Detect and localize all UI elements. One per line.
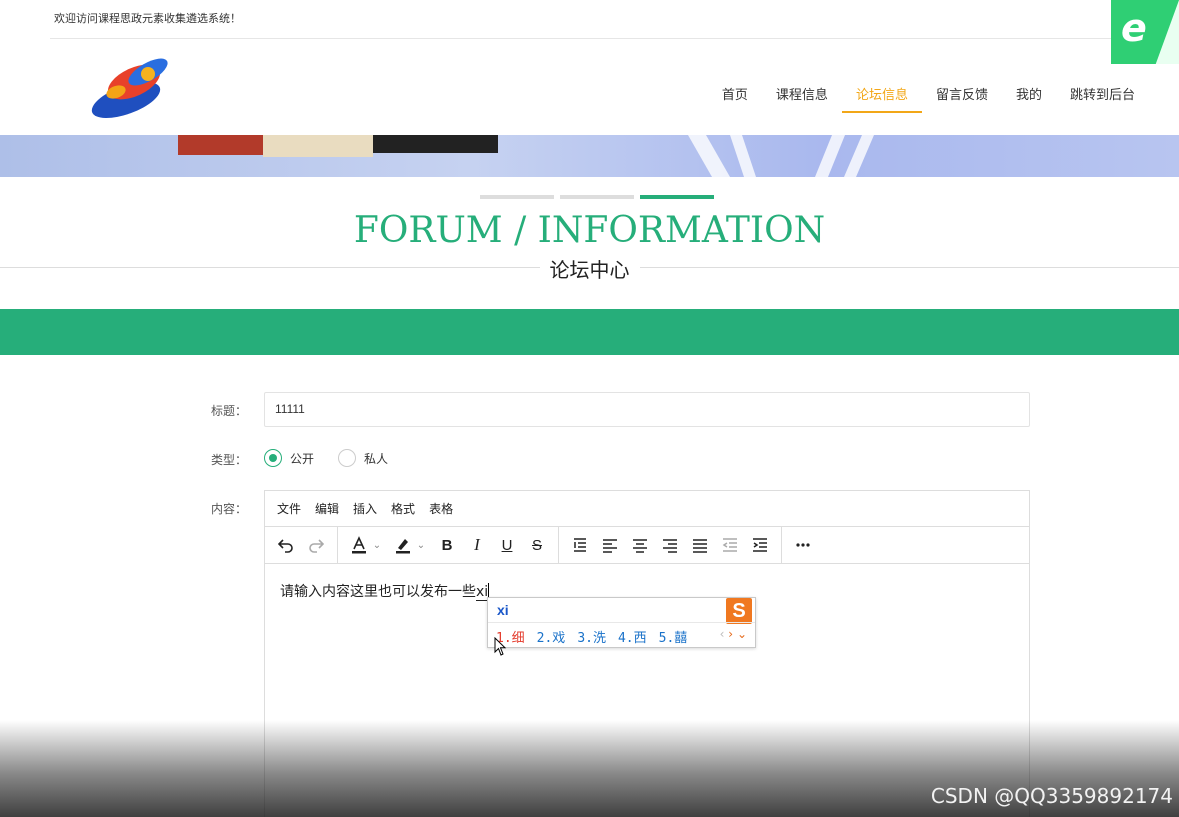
chevron-left-icon[interactable]: ‹ bbox=[720, 627, 725, 641]
radio-private-label[interactable]: 私人 bbox=[364, 450, 388, 467]
ime-input-text: xi bbox=[497, 602, 509, 618]
indicator-2[interactable] bbox=[560, 195, 634, 199]
nav-courses[interactable]: 课程信息 bbox=[762, 84, 842, 113]
section-title-cn: 论坛中心 bbox=[539, 258, 640, 282]
e-glyph: e bbox=[1121, 6, 1147, 50]
chevron-down-icon[interactable]: ⌄ bbox=[373, 540, 381, 551]
underline-icon[interactable]: U bbox=[492, 531, 522, 559]
ime-candidate-window: xi S 1.细 2.戏 3.洗 4.西 5.囍 ‹ › ⌄ bbox=[487, 597, 756, 648]
section-title-en: FORUM / INFORMATION bbox=[353, 210, 826, 251]
history-group bbox=[265, 527, 338, 563]
badge-stripe bbox=[1152, 0, 1179, 64]
section-title-cn-wrap: 论坛中心 bbox=[0, 254, 1179, 283]
welcome-text: 欢迎访问课程思政元素收集遴选系统！ bbox=[54, 12, 241, 25]
ime-candidate[interactable]: 2.戏 bbox=[537, 627, 566, 646]
top-bar: 欢迎访问课程思政元素收集遴选系统！ bbox=[50, 0, 1179, 39]
outdent-icon[interactable] bbox=[715, 531, 745, 559]
radio-private[interactable] bbox=[338, 449, 357, 467]
nav-home[interactable]: 首页 bbox=[708, 84, 762, 113]
editor-menubar: 文件 编辑 插入 格式 表格 bbox=[265, 491, 1029, 527]
align-justify-icon[interactable] bbox=[685, 531, 715, 559]
ime-candidate[interactable]: 4.西 bbox=[618, 627, 647, 646]
browser-e-icon[interactable]: e bbox=[1111, 0, 1179, 64]
format-group: ⌄ ⌄ B I U S bbox=[338, 527, 559, 563]
more-icon[interactable] bbox=[788, 531, 818, 559]
align-left-icon[interactable] bbox=[595, 531, 625, 559]
text-color-icon[interactable]: ⌄ bbox=[344, 531, 388, 559]
chevron-right-icon[interactable]: › bbox=[728, 627, 733, 641]
indent-icon[interactable] bbox=[745, 531, 775, 559]
chevron-down-icon[interactable]: ⌄ bbox=[737, 627, 747, 641]
type-label: 类型： bbox=[211, 453, 248, 467]
type-radio-group: 公开 私人 bbox=[264, 449, 412, 467]
title-label: 标题： bbox=[211, 404, 248, 418]
menu-format[interactable]: 格式 bbox=[391, 500, 415, 517]
editor-text: 请输入内容这里也可以发布一些 bbox=[280, 584, 476, 600]
menu-insert[interactable]: 插入 bbox=[353, 500, 377, 517]
highlight-icon[interactable]: ⌄ bbox=[388, 531, 432, 559]
more-group bbox=[782, 527, 824, 563]
ime-candidates: 1.细 2.戏 3.洗 4.西 5.囍 bbox=[496, 627, 699, 646]
banner-graphic bbox=[178, 135, 874, 177]
banner-image bbox=[0, 135, 1179, 177]
align-group bbox=[559, 527, 782, 563]
site-logo[interactable] bbox=[86, 52, 176, 122]
ime-pager: ‹ › ⌄ bbox=[720, 627, 747, 641]
redo-icon[interactable] bbox=[301, 531, 331, 559]
bold-icon[interactable]: B bbox=[432, 531, 462, 559]
mouse-cursor-icon bbox=[494, 637, 507, 656]
chevron-down-icon[interactable]: ⌄ bbox=[417, 540, 425, 551]
indicator-1[interactable] bbox=[480, 195, 554, 199]
ime-candidate[interactable]: 3.洗 bbox=[577, 627, 606, 646]
indicator-3[interactable] bbox=[640, 195, 714, 199]
ime-divider bbox=[488, 622, 755, 623]
slide-indicators bbox=[480, 195, 714, 199]
menu-table[interactable]: 表格 bbox=[429, 500, 453, 517]
menu-edit[interactable]: 编辑 bbox=[315, 500, 339, 517]
page: 欢迎访问课程思政元素收集遴选系统！ e 首页 课程信息 论坛信息 留言反馈 我的… bbox=[0, 0, 1179, 817]
editor-toolbar: ⌄ ⌄ B I U S bbox=[265, 527, 1029, 564]
radio-public-label[interactable]: 公开 bbox=[290, 450, 314, 467]
radio-public[interactable] bbox=[264, 449, 282, 467]
main-nav: 首页 课程信息 论坛信息 留言反馈 我的 跳转到后台 bbox=[708, 84, 1149, 113]
italic-icon[interactable]: I bbox=[462, 531, 492, 559]
green-band bbox=[0, 309, 1179, 355]
nav-admin[interactable]: 跳转到后台 bbox=[1056, 84, 1149, 113]
strikethrough-icon[interactable]: S bbox=[522, 531, 552, 559]
menu-file[interactable]: 文件 bbox=[277, 500, 301, 517]
line-height-icon[interactable] bbox=[565, 531, 595, 559]
undo-icon[interactable] bbox=[271, 531, 301, 559]
align-right-icon[interactable] bbox=[655, 531, 685, 559]
nav-mine[interactable]: 我的 bbox=[1002, 84, 1056, 113]
title-input[interactable]: 11111 bbox=[264, 392, 1030, 427]
content-label: 内容： bbox=[211, 502, 248, 516]
sogou-logo-icon: S bbox=[726, 598, 752, 624]
nav-feedback[interactable]: 留言反馈 bbox=[922, 84, 1002, 113]
ime-candidate[interactable]: 5.囍 bbox=[659, 627, 688, 646]
watermark: CSDN @QQ3359892174 bbox=[930, 784, 1173, 808]
nav-forum[interactable]: 论坛信息 bbox=[841, 84, 922, 113]
align-center-icon[interactable] bbox=[625, 531, 655, 559]
